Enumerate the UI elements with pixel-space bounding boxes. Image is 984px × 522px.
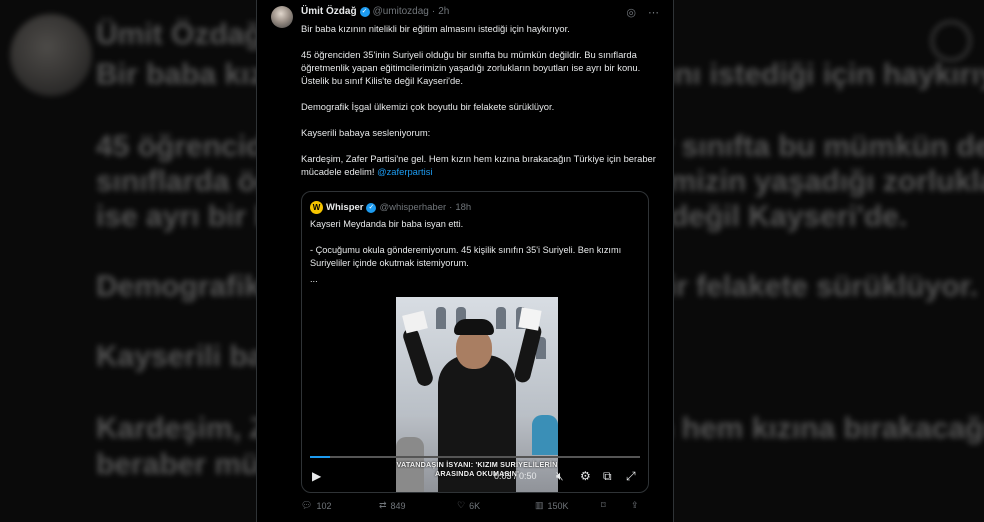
views-count: 150K	[547, 500, 569, 511]
verified-badge-icon: ✓	[366, 202, 377, 213]
separator-dot: ·	[449, 202, 453, 213]
quote-handle[interactable]: @whisperhaber	[379, 202, 446, 213]
reply-button[interactable]: 💬︎ 102	[301, 500, 331, 511]
video-paper	[518, 307, 542, 331]
play-icon[interactable]: ▶	[312, 470, 321, 482]
share-icon: ⇪	[631, 500, 639, 510]
tweet-paragraph-text: Kardeşim, Zafer Partisi'ne gel. Hem kızı…	[301, 153, 656, 177]
views-button[interactable]: ▥ 150K	[535, 500, 569, 511]
settings-icon[interactable]: ⚙	[580, 470, 591, 482]
tweet-paragraph: Bir baba kızının nitelikli bir eğitim al…	[301, 23, 570, 34]
quote-paragraph: ...	[310, 274, 318, 284]
video-progress-fill	[310, 456, 330, 458]
more-icon[interactable]: ⋯	[648, 6, 659, 19]
like-count: 6K	[469, 500, 481, 511]
author-handle[interactable]: @umitozdag	[373, 6, 429, 17]
separator-dot: ·	[431, 6, 436, 17]
tweet-header: Ümit Özdağ ✓ @umitozdag · 2h	[301, 6, 449, 17]
tweet-time[interactable]: 2h	[438, 6, 449, 17]
quote-paragraph: - Çocuğumu okula gönderemiyorum. 45 kişi…	[310, 245, 622, 268]
quote-paragraph: Kayseri Meydanda bir baba isyan etti.	[310, 219, 464, 229]
views-icon: ▥	[535, 500, 544, 510]
video-time: 0:03 / 0:50	[494, 471, 537, 481]
grok-icon[interactable]: ◎	[626, 6, 636, 19]
video-bystander	[532, 415, 558, 455]
quote-header: W Whisper ✓ @whisperhaber · 18h	[310, 201, 471, 214]
backdrop-avatar	[10, 14, 92, 96]
mention-link[interactable]: @zaferpartisi	[377, 166, 432, 177]
video-person-hat	[454, 319, 494, 335]
quoted-tweet[interactable]: W Whisper ✓ @whisperhaber · 18h Kayseri …	[301, 191, 649, 493]
reply-count: 102	[316, 500, 332, 511]
bookmark-icon: ⌑	[601, 500, 606, 510]
share-button[interactable]: ⇪	[631, 500, 639, 511]
video-person-head	[456, 329, 492, 369]
reply-icon: 💬︎	[301, 500, 313, 510]
heart-icon: ♡	[457, 500, 466, 510]
quote-author-name[interactable]: Whisper	[326, 202, 363, 213]
video-progress-track[interactable]	[310, 456, 640, 458]
tweet-paragraph: Kardeşim, Zafer Partisi'ne gel. Hem kızı…	[301, 152, 661, 178]
quote-avatar[interactable]: W	[310, 201, 323, 214]
like-button[interactable]: ♡ 6K	[457, 500, 480, 511]
retweet-count: 849	[390, 500, 406, 511]
retweet-icon: ⇄	[379, 500, 387, 510]
pip-icon[interactable]: ⧉	[603, 470, 612, 482]
avatar[interactable]	[271, 6, 293, 28]
tweet-paragraph: Demografik İşgal ülkemizi çok boyutlu bi…	[301, 101, 555, 112]
tweet-card: Ümit Özdağ ✓ @umitozdag · 2h ◎ ⋯ Bir bab…	[256, 0, 674, 522]
tweet-paragraph: Kayserili babaya sesleniyorum:	[301, 127, 431, 138]
video-controls: ▶ 0:03 / 0:50 🔇︎ ⚙ ⧉ ⤢	[302, 454, 648, 492]
verified-badge-icon: ✓	[359, 6, 370, 17]
bookmark-button[interactable]: ⌑	[601, 500, 606, 511]
author-name[interactable]: Ümit Özdağ	[301, 6, 357, 17]
quote-time[interactable]: 18h	[455, 202, 471, 213]
tweet-body: Bir baba kızının nitelikli bir eğitim al…	[301, 22, 661, 191]
quote-body: Kayseri Meydanda bir baba isyan etti. - …	[310, 218, 642, 299]
backdrop-line: Ümit Özdağ	[96, 18, 263, 51]
top-actions: ◎ ⋯	[626, 6, 659, 19]
fullscreen-icon[interactable]: ⤢	[626, 470, 636, 482]
volume-icon[interactable]: 🔇︎	[556, 470, 564, 482]
tweet-paragraph: 45 öğrenciden 35'inin Suriyeli olduğu bi…	[301, 49, 641, 86]
retweet-button[interactable]: ⇄ 849	[379, 500, 406, 511]
backdrop-refresh-icon	[930, 20, 972, 62]
